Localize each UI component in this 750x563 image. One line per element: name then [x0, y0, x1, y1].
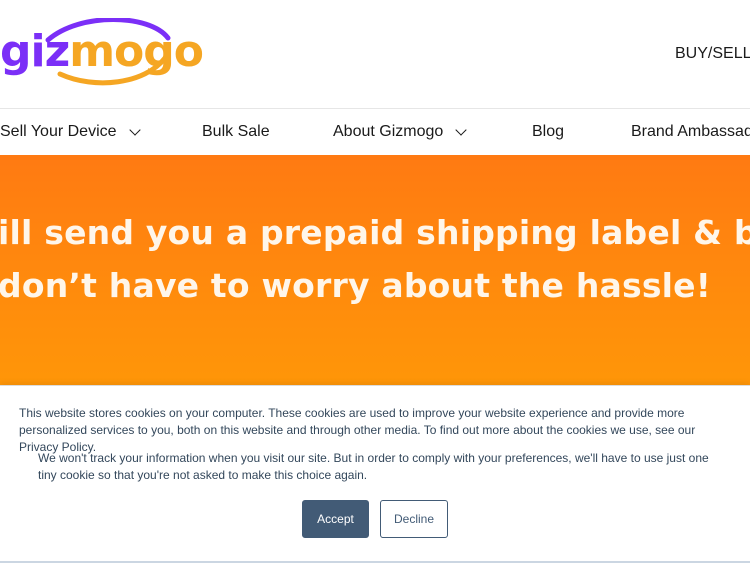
logo-wordmark: gizmogo	[0, 26, 204, 77]
nav-item-blog[interactable]: Blog	[532, 123, 564, 141]
accept-button[interactable]: Accept	[302, 500, 369, 538]
nav-item-sell-your-device[interactable]: Sell Your Device	[0, 123, 141, 141]
cookie-consent-banner: This website stores cookies on your comp…	[0, 385, 750, 563]
nav-item-label: Bulk Sale	[202, 123, 270, 140]
nav-item-label: Brand Ambassado	[631, 123, 750, 140]
buy-sell-link[interactable]: BUY/SELL	[675, 45, 750, 63]
nav-item-brand-ambassador[interactable]: Brand Ambassado	[631, 123, 750, 141]
hero-heading-line-1: ill send you a prepaid shipping label & …	[0, 213, 750, 252]
nav-item-about-gizmogo[interactable]: About Gizmogo	[333, 123, 467, 141]
gizmogo-logo[interactable]: gizmogo	[0, 18, 204, 90]
hero-heading-line-2: don’t have to worry about the hassle!	[0, 266, 712, 305]
site-header: gizmogo BUY/SELL	[0, 0, 750, 108]
cookie-tracking-text: We won't track your information when you…	[38, 451, 709, 482]
nav-item-label: Sell Your Device	[0, 123, 117, 140]
nav-item-bulk-sale[interactable]: Bulk Sale	[202, 123, 270, 141]
main-nav: Sell Your Device Bulk Sale About Gizmogo…	[0, 108, 750, 155]
hero-banner: ill send you a prepaid shipping label & …	[0, 155, 750, 385]
cookie-notice-text: This website stores cookies on your comp…	[19, 406, 696, 454]
chevron-down-icon	[128, 124, 141, 136]
decline-button[interactable]: Decline	[380, 500, 448, 538]
chevron-down-icon	[455, 124, 467, 136]
nav-item-label: About Gizmogo	[333, 123, 444, 140]
nav-item-label: Blog	[532, 123, 565, 140]
